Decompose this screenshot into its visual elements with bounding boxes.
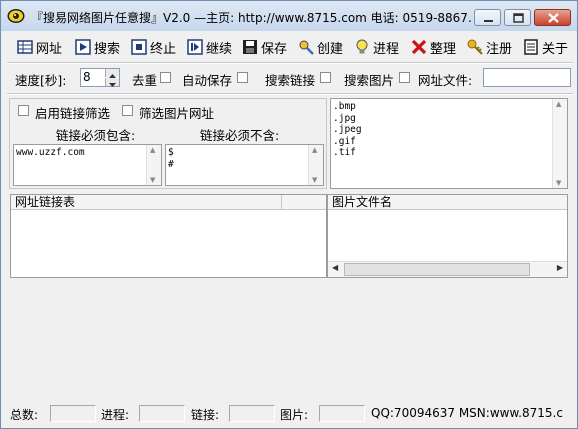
stop-icon [131,39,147,55]
save-button[interactable]: 保存 [242,36,287,58]
scrollbar[interactable]: ▲ ▼ [146,145,161,185]
search-button[interactable]: 搜索 [75,36,120,58]
links-header: 网址链接表 [11,195,282,210]
url-button-label: 网址 [36,41,63,57]
continue-button-label: 继续 [206,41,233,57]
close-button[interactable] [534,9,571,26]
contact-info: QQ:70094637 MSN:www.8715.c [371,406,563,420]
x-icon [411,39,427,55]
window-title: 『搜易网络图片任意搜』V2.0 —主页: http://www.8715.com… [31,11,471,25]
images-table[interactable]: 图片文件名 ◀ ▶ [327,194,568,278]
tidy-button-label: 整理 [430,41,457,57]
register-button[interactable]: 注册 [467,36,512,58]
enable-link-filter-checkbox[interactable] [18,105,29,116]
search-images-label: 搜索图片 [344,73,395,88]
must-contain-text: www.uzzf.com [16,147,85,158]
scrollbar[interactable]: ▲ ▼ [552,99,567,188]
total-label: 总数: [10,408,39,422]
search-images-checkbox[interactable] [399,72,410,83]
status-bar: 总数: 进程: 链接: 图片: QQ:70094637 MSN:www.8715… [7,405,573,423]
spin-down-icon[interactable] [105,78,119,87]
images-label: 图片: [280,408,309,422]
url-file-label: 网址文件: [418,73,473,88]
links-value [229,405,275,422]
save-button-label: 保存 [261,41,288,57]
dedupe-label: 去重 [132,73,158,88]
total-value [50,405,96,422]
scroll-left-icon[interactable]: ◀ [332,263,338,272]
column-header [282,195,326,210]
links-label: 链接: [191,408,220,422]
dedupe-checkbox[interactable] [160,72,171,83]
filter-image-urls-label: 筛选图片网址 [139,106,215,121]
bulb-icon [356,39,368,54]
main-window: 『搜易网络图片任意搜』V2.0 —主页: http://www.8715.com… [0,0,578,429]
separator [7,93,573,95]
about-button-label: 关于 [542,41,569,57]
filter-image-urls-checkbox[interactable] [122,105,133,116]
scrollbar[interactable]: ▲ ▼ [308,145,323,185]
images-value [319,405,365,422]
process-button-label: 进程 [373,41,400,57]
search-button-label: 搜索 [94,41,121,57]
must-not-contain-text: $ # [168,147,174,170]
play-icon [75,39,91,55]
floppy-icon [243,40,257,54]
progress-label: 进程: [101,408,130,422]
spin-up-icon[interactable] [105,69,119,78]
extensions-textarea[interactable]: .bmp .jpg .jpeg .gif .tif ▲ ▼ [330,98,568,189]
url-button[interactable]: 网址 [17,36,62,58]
images-header: 图片文件名 [328,195,567,210]
must-contain-label: 链接必须包含: [56,128,136,143]
autosave-checkbox[interactable] [237,72,248,83]
speed-label: 速度[秒]: [15,73,67,88]
table-icon [17,40,33,54]
maximize-button[interactable] [504,9,531,26]
must-not-contain-label: 链接必须不含: [200,128,280,143]
close-icon [548,13,559,23]
progress-value [139,405,185,422]
scroll-thumb[interactable] [344,263,530,276]
document-icon [524,39,538,55]
create-button[interactable]: 创建 [298,36,343,58]
maximize-icon [513,13,524,23]
autosave-label: 自动保存 [182,73,233,88]
register-button-label: 注册 [486,41,513,57]
speed-spinner[interactable]: 8 [80,68,120,87]
scroll-right-icon[interactable]: ▶ [557,263,563,272]
enable-link-filter-label: 启用链接筛选 [35,106,111,121]
eye-icon [7,9,25,23]
must-not-contain-textarea[interactable]: $ # ▲ ▼ [165,144,324,186]
must-contain-textarea[interactable]: www.uzzf.com ▲ ▼ [13,144,162,186]
stop-button[interactable]: 终止 [131,36,176,58]
tidy-button[interactable]: 整理 [411,36,456,58]
minimize-button[interactable] [474,9,501,26]
search-links-checkbox[interactable] [320,72,331,83]
key-icon [467,39,483,55]
title-bar[interactable]: 『搜易网络图片任意搜』V2.0 —主页: http://www.8715.com… [1,1,577,31]
search-links-label: 搜索链接 [265,73,316,88]
about-button[interactable]: 关于 [523,36,568,58]
resume-icon [187,39,203,55]
continue-button[interactable]: 继续 [187,36,232,58]
extensions-text: .bmp .jpg .jpeg .gif .tif [333,101,362,158]
stop-button-label: 终止 [150,41,177,57]
create-icon [299,40,314,55]
separator [7,62,573,64]
links-table[interactable]: 网址链接表 [10,194,327,278]
create-button-label: 创建 [317,41,344,57]
process-button[interactable]: 进程 [354,36,399,58]
minimize-icon [484,20,493,22]
horizontal-scrollbar[interactable]: ◀ ▶ [328,261,567,277]
url-file-input[interactable] [483,68,571,87]
speed-value: 8 [83,70,91,84]
